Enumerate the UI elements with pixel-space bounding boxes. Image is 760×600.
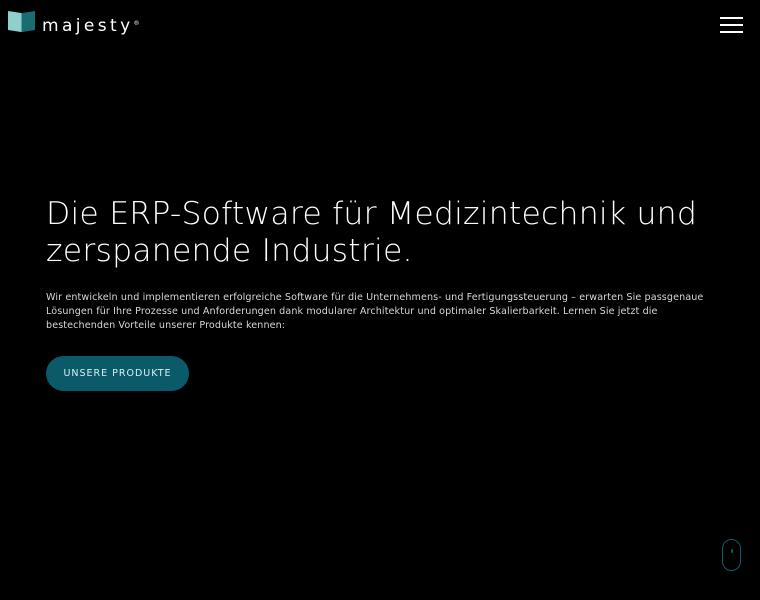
- menu-line-middle: [720, 24, 743, 26]
- brand-name: majesty®: [42, 16, 140, 36]
- hero-title: Die ERP-Software für Medizintechnik und …: [46, 196, 698, 269]
- scroll-wheel-dot: [731, 549, 733, 553]
- registered-mark: ®: [133, 20, 140, 27]
- hero-description: Wir entwickeln und implementieren erfolg…: [46, 292, 704, 332]
- brand-logo[interactable]: majesty®: [8, 11, 140, 35]
- book-mark-icon: [8, 11, 35, 32]
- menu-line-top: [720, 17, 743, 19]
- scroll-mouse-icon[interactable]: [722, 539, 741, 571]
- menu-line-bottom: [720, 31, 743, 33]
- hamburger-menu-icon[interactable]: [718, 14, 744, 36]
- hero-section: Die ERP-Software für Medizintechnik und …: [46, 196, 726, 334]
- site-header: majesty®: [0, 0, 760, 50]
- products-cta-button[interactable]: Unsere Produkte: [46, 356, 189, 391]
